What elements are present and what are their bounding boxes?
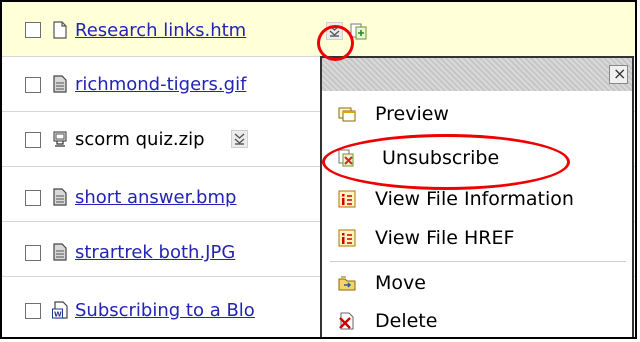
image-file-icon <box>53 75 67 93</box>
file-name-link[interactable]: strartrek both.JPG <box>75 242 235 264</box>
file-list-panel: Research links.htm richmond-tigers.gif s… <box>0 0 637 339</box>
file-name: scorm quiz.zip <box>75 129 205 150</box>
text-file-icon <box>53 21 67 39</box>
row-checkbox[interactable] <box>25 245 41 261</box>
menu-item-unsubscribe[interactable]: Unsubscribe <box>322 140 632 176</box>
menu-item-label: View File HREF <box>375 227 515 249</box>
menu-item-move[interactable]: Move <box>322 265 632 301</box>
menu-item-label: Move <box>375 272 426 294</box>
chevron-down-icon <box>234 133 245 145</box>
word-document-icon: W <box>52 301 68 319</box>
menu-item-view-file-information[interactable]: View File Information <box>322 181 632 217</box>
file-name-link[interactable]: richmond-tigers.gif <box>75 74 246 96</box>
menu-item-view-file-href[interactable]: View File HREF <box>322 220 632 256</box>
menu-item-preview[interactable]: Preview <box>322 96 632 132</box>
close-icon: × <box>613 64 627 83</box>
subscribe-icon[interactable] <box>350 22 368 40</box>
file-options-dropdown[interactable] <box>326 22 343 40</box>
image-file-icon <box>53 188 67 206</box>
delete-icon <box>339 312 354 330</box>
row-checkbox[interactable] <box>25 77 41 93</box>
menu-item-delete[interactable]: Delete <box>322 303 632 337</box>
preview-window-icon <box>338 107 356 122</box>
image-file-icon <box>53 243 67 261</box>
file-name-link[interactable]: Research links.htm <box>75 20 246 42</box>
menu-item-label: View File Information <box>375 188 574 210</box>
file-row: Research links.htm <box>2 2 635 57</box>
file-name-link[interactable]: short answer.bmp <box>75 187 236 209</box>
menu-header: × <box>322 58 632 91</box>
menu-separator <box>330 261 626 262</box>
file-name-link[interactable]: Subscribing to a Blo <box>75 300 255 322</box>
unsubscribe-icon <box>338 149 354 167</box>
menu-item-label: Preview <box>375 103 449 125</box>
info-icon <box>338 229 356 247</box>
zip-package-icon <box>53 131 67 147</box>
chevron-down-icon <box>329 25 340 37</box>
row-checkbox[interactable] <box>25 132 41 148</box>
menu-item-label: Delete <box>375 310 438 332</box>
row-checkbox[interactable] <box>25 303 41 319</box>
file-options-dropdown[interactable] <box>231 130 248 148</box>
file-context-menu: × Preview Unsubscribe View File Informat… <box>320 56 634 337</box>
menu-item-label: Unsubscribe <box>382 147 500 169</box>
row-checkbox[interactable] <box>25 190 41 206</box>
info-icon <box>338 190 356 208</box>
row-checkbox[interactable] <box>25 22 41 38</box>
move-folder-icon <box>338 276 356 291</box>
close-menu-button[interactable]: × <box>609 64 628 84</box>
svg-text:W: W <box>54 311 62 319</box>
